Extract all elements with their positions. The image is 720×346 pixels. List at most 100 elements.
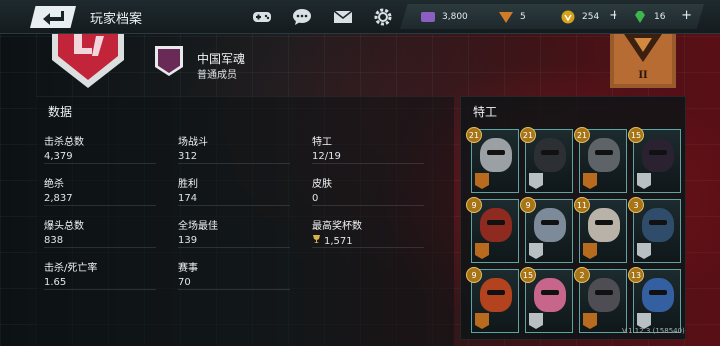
chat-icon[interactable] xyxy=(291,7,313,27)
stat-value-text: 0 xyxy=(312,193,319,204)
page-title: 玩家档案 xyxy=(90,12,143,27)
stat-cell: 胜利 174 xyxy=(178,175,298,207)
agents-title: 特工 xyxy=(473,105,498,119)
stat-cell: 全场最佳 139 xyxy=(178,217,298,249)
gem-icon xyxy=(632,10,648,24)
agent-level-badge: 15 xyxy=(520,267,536,283)
stat-value: 1.65 xyxy=(44,277,164,288)
agent-visor xyxy=(649,290,667,295)
agent-card[interactable]: 15 xyxy=(520,267,573,333)
agent-card[interactable]: 3 xyxy=(628,197,681,263)
stat-cell: 爆头总数 838 xyxy=(44,217,164,249)
stat-value-text: 1,571 xyxy=(324,235,353,247)
gem-plus-icon[interactable]: + xyxy=(681,8,692,23)
svg-text:II: II xyxy=(638,70,648,81)
agent-card[interactable]: 2 xyxy=(574,267,627,333)
agent-rank-icon xyxy=(583,173,597,189)
agent-portrait xyxy=(642,278,674,312)
agent-level-badge: 11 xyxy=(574,197,590,213)
agent-card[interactable]: 15 xyxy=(628,127,681,193)
agent-level-badge: 9 xyxy=(466,197,482,213)
premium-currency-icon xyxy=(420,10,436,24)
agent-level-badge: 21 xyxy=(574,127,590,143)
gold-icon xyxy=(560,10,576,24)
stat-cell: 击杀/死亡率 1.65 xyxy=(44,259,164,291)
stat-label: 皮肤 xyxy=(312,179,332,190)
stat-label: 爆头总数 xyxy=(44,221,84,232)
stat-label: 特工 xyxy=(312,137,332,148)
rank-badge-icon[interactable]: II xyxy=(610,26,676,88)
agent-portrait xyxy=(534,208,566,242)
agent-visor xyxy=(541,220,559,225)
agent-rank-icon xyxy=(583,243,597,259)
stat-label: 击杀/死亡率 xyxy=(44,263,98,274)
stat-label: 绝杀 xyxy=(44,179,64,190)
agent-visor xyxy=(487,150,505,155)
stat-value: 174 xyxy=(178,193,298,204)
agent-visor xyxy=(487,290,505,295)
stat-cell: 绝杀 2,837 xyxy=(44,175,164,207)
tokens-value: 5 xyxy=(520,11,526,22)
stat-cell: 皮肤 0 xyxy=(312,175,432,207)
stat-value-text: 12/19 xyxy=(312,151,341,162)
stat-value: 70 xyxy=(178,277,298,288)
agent-card[interactable]: 21 xyxy=(574,127,627,193)
stat-cell: 最高奖杯数 1,571 xyxy=(312,217,432,249)
stat-cell: 赛事 70 xyxy=(178,259,298,291)
stat-label: 最高奖杯数 xyxy=(312,221,362,232)
stat-value-text: 70 xyxy=(178,277,191,288)
agent-level-badge: 13 xyxy=(628,267,644,283)
tokens-icon xyxy=(498,10,514,24)
player-emblem-icon[interactable] xyxy=(48,26,128,88)
agents-panel: 特工 21 21 21 15 9 9 11 3 9 15 2 13 xyxy=(460,96,686,340)
stat-label: 场战斗 xyxy=(178,137,208,148)
agent-portrait xyxy=(480,278,512,312)
agent-portrait xyxy=(480,208,512,242)
agent-card[interactable]: 21 xyxy=(466,127,519,193)
stat-value: 12/19 xyxy=(312,151,432,162)
agent-visor xyxy=(649,220,667,225)
version-text: V.1.12.3 (158540) xyxy=(622,327,685,335)
agent-card[interactable]: 9 xyxy=(466,267,519,333)
gamepad-icon[interactable] xyxy=(251,7,273,27)
agent-level-badge: 21 xyxy=(520,127,536,143)
gem-value: 16 xyxy=(654,11,666,22)
stat-label: 全场最佳 xyxy=(178,221,218,232)
agent-rank-icon xyxy=(475,313,489,329)
stats-title: 数据 xyxy=(48,105,73,119)
stat-value-text: 312 xyxy=(178,151,198,162)
agent-card[interactable]: 9 xyxy=(466,197,519,263)
agent-portrait xyxy=(588,208,620,242)
agent-visor xyxy=(487,220,505,225)
agent-rank-icon xyxy=(475,243,489,259)
agent-rank-icon xyxy=(529,313,543,329)
stat-value: 838 xyxy=(44,235,164,246)
agent-visor xyxy=(595,220,613,225)
gem-currency[interactable]: 16 + xyxy=(612,4,704,29)
stat-value: 2,837 xyxy=(44,193,164,204)
agent-portrait xyxy=(642,138,674,172)
agent-card[interactable]: 13 xyxy=(628,267,681,333)
agent-rank-icon xyxy=(475,173,489,189)
stat-label: 胜利 xyxy=(178,179,198,190)
agent-visor xyxy=(595,150,613,155)
back-arrow-icon xyxy=(43,11,64,25)
agent-visor xyxy=(649,150,667,155)
stat-value: 1,571 xyxy=(312,235,432,247)
agent-card[interactable]: 21 xyxy=(520,127,573,193)
agent-visor xyxy=(595,290,613,295)
back-button[interactable] xyxy=(30,6,76,28)
agent-card[interactable]: 9 xyxy=(520,197,573,263)
stat-cell: 场战斗 312 xyxy=(178,133,298,165)
settings-gear-icon[interactable] xyxy=(372,7,394,27)
agent-rank-icon xyxy=(637,243,651,259)
agent-portrait xyxy=(534,138,566,172)
agent-level-badge: 2 xyxy=(574,267,590,283)
stat-value-text: 2,837 xyxy=(44,193,73,204)
agent-card[interactable]: 11 xyxy=(574,197,627,263)
agent-rank-icon xyxy=(529,243,543,259)
premium-currency-value: 3,800 xyxy=(442,11,468,22)
mail-icon[interactable] xyxy=(332,7,354,27)
stat-value-text: 4,379 xyxy=(44,151,73,162)
top-bar: 玩家档案 3,800 5 254 + 16 + xyxy=(0,0,720,34)
